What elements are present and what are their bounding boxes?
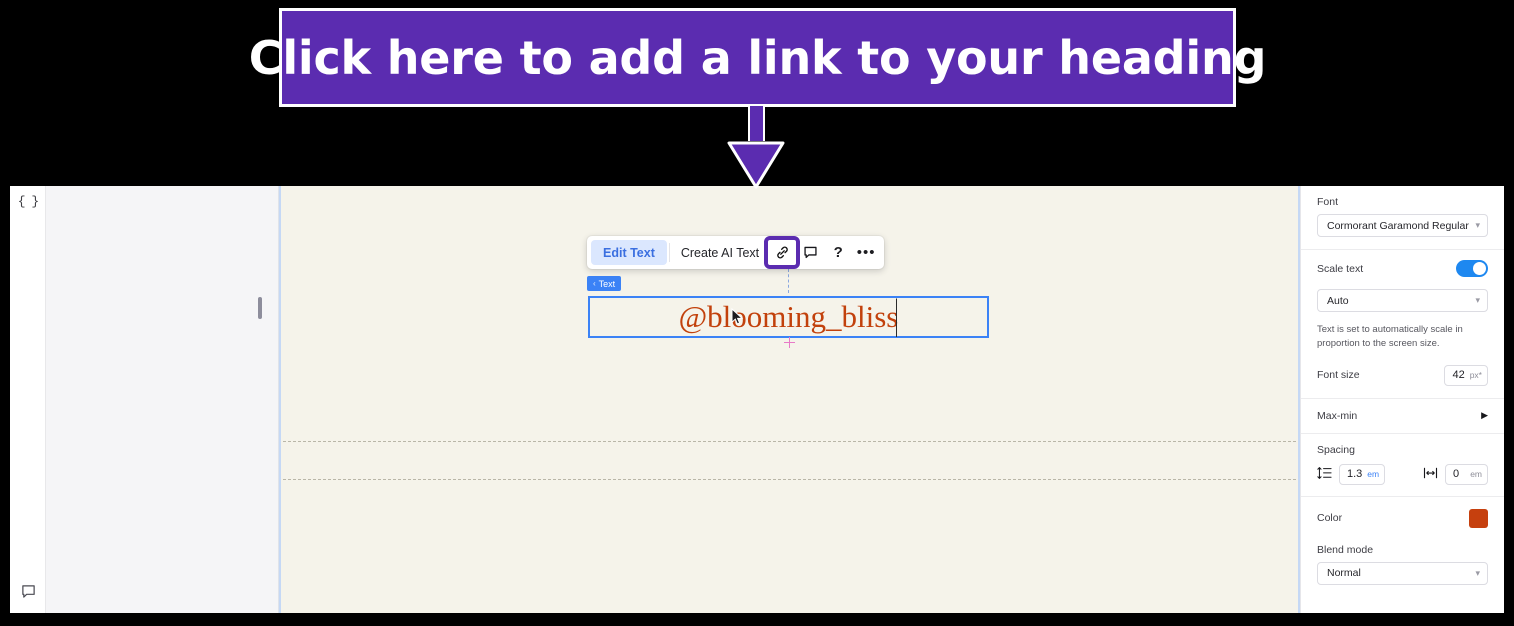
canvas-guide-line: [283, 479, 1296, 480]
chevron-right-icon: ▶: [1481, 410, 1488, 421]
scale-text-section: Scale text Auto ▾ Text is set to automat…: [1301, 250, 1504, 399]
code-braces-glyph: { }: [17, 194, 39, 209]
spacing-section: Spacing 1.3 em 0 em: [1301, 434, 1504, 497]
link-icon[interactable]: [764, 236, 801, 269]
font-label: Font: [1317, 196, 1339, 208]
chevron-down-icon: ▾: [1475, 220, 1480, 230]
color-swatch[interactable]: [1469, 508, 1488, 528]
spacing-controls: 1.3 em 0 em: [1317, 463, 1488, 485]
font-size-label: Font size: [1317, 369, 1360, 382]
add-element-marker[interactable]: [784, 337, 795, 348]
letter-spacing-group: 0 em: [1423, 463, 1488, 485]
chevron-down-icon: ▾: [1475, 567, 1480, 578]
line-height-unit: em: [1367, 469, 1380, 480]
blend-mode-select[interactable]: Normal ▾: [1317, 561, 1488, 585]
max-min-row: Max-min ▶: [1317, 410, 1488, 422]
letter-spacing-unit: em: [1470, 469, 1482, 480]
left-icon-rail: { }: [10, 186, 46, 613]
letter-spacing-value: 0: [1453, 468, 1460, 481]
element-type-badge[interactable]: ‹ Text: [587, 276, 622, 291]
callout-banner: Click here to add a link to your heading: [249, 8, 1266, 107]
create-ai-text-button[interactable]: Create AI Text: [672, 240, 768, 265]
chevron-down-icon: ▾: [1475, 295, 1480, 305]
text-caret: [896, 299, 897, 337]
line-height-input[interactable]: 1.3 em: [1339, 463, 1386, 485]
line-height-value: 1.3: [1347, 468, 1363, 481]
blend-mode-value: Normal: [1327, 567, 1361, 580]
spacing-label: Spacing: [1317, 443, 1355, 456]
letter-spacing-icon: [1423, 466, 1438, 483]
scale-mode-select[interactable]: Auto ▾: [1317, 289, 1488, 312]
help-glyph: ?: [833, 244, 843, 261]
mouse-cursor: [731, 307, 744, 331]
callout-arrow-head: [725, 139, 787, 189]
design-canvas[interactable]: Edit Text Create AI Text ? ••• ‹ Text @b…: [279, 186, 1300, 613]
chevron-left-icon: ‹: [593, 279, 596, 288]
comment-icon[interactable]: [10, 584, 46, 599]
help-icon[interactable]: ?: [824, 240, 852, 265]
letter-spacing-input[interactable]: 0 em: [1445, 463, 1488, 485]
font-size-row: Font size 42 px*: [1317, 364, 1488, 386]
left-side-panel: [46, 186, 279, 613]
left-panel-resize-handle[interactable]: [258, 297, 262, 319]
blend-mode-label: Blend mode: [1317, 543, 1374, 556]
font-section: Font Cormorant Garamond Regular ▾: [1301, 186, 1504, 250]
selected-text-element[interactable]: @blooming_bliss: [588, 296, 989, 338]
scale-text-row: Scale text: [1317, 260, 1488, 277]
text-element-content: @blooming_bliss: [678, 299, 899, 334]
callout-arrow-stem: [748, 106, 765, 141]
element-type-label: Text: [598, 278, 616, 289]
canvas-guide-line: [283, 441, 1296, 442]
scale-text-label: Scale text: [1317, 262, 1364, 275]
line-height-icon: [1317, 466, 1332, 483]
max-min-section[interactable]: Max-min ▶: [1301, 399, 1504, 434]
toolbar-divider: [668, 243, 670, 262]
properties-panel: Font Cormorant Garamond Regular ▾ Scale …: [1300, 186, 1504, 613]
more-glyph: •••: [856, 244, 876, 261]
callout-text: Click here to add a link to your heading: [248, 30, 1267, 85]
toggle-knob: [1473, 262, 1486, 275]
toolbar-connector-line: [788, 269, 789, 293]
more-options-icon[interactable]: •••: [852, 240, 880, 265]
edit-text-button[interactable]: Edit Text: [591, 240, 667, 265]
font-family-value: Cormorant Garamond Regular: [1327, 219, 1469, 232]
text-context-toolbar: Edit Text Create AI Text ? •••: [587, 236, 885, 269]
color-label: Color: [1317, 512, 1343, 525]
font-size-input[interactable]: 42 px*: [1444, 364, 1488, 386]
font-family-select[interactable]: Cormorant Garamond Regular ▾: [1317, 214, 1488, 237]
color-section: Color Blend mode Normal ▾: [1301, 497, 1504, 597]
scale-text-help: Text is set to automatically scale in pr…: [1317, 324, 1463, 349]
color-row: Color: [1317, 508, 1488, 528]
app-window: { } Edit Text Create AI Text ? ••• ‹ Tex…: [10, 186, 1504, 613]
line-height-group: 1.3 em: [1317, 463, 1386, 485]
scale-text-toggle[interactable]: [1456, 260, 1488, 277]
font-size-value: 42: [1452, 369, 1465, 382]
comment-icon[interactable]: [796, 240, 824, 265]
font-size-unit: px*: [1469, 370, 1482, 381]
max-min-label: Max-min: [1317, 409, 1358, 422]
scale-mode-value: Auto: [1327, 294, 1349, 307]
code-braces-icon[interactable]: { }: [10, 194, 46, 209]
